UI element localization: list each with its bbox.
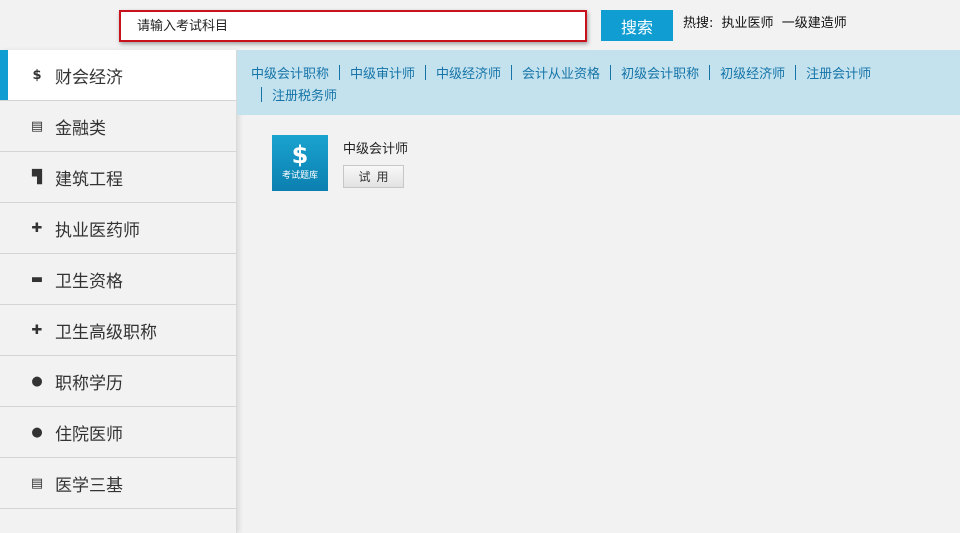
subcategory-link[interactable]: 初级会计职称 — [621, 67, 699, 82]
separator — [339, 65, 341, 80]
clipboard-icon: ▤ — [30, 118, 44, 134]
doctor-icon: ● — [31, 424, 43, 440]
sidebar-item[interactable]: ✚ 执业医药师 — [0, 203, 236, 254]
category-sidebar: $ 财会经济 ▤ 金融类 ▜ 建筑工程 ✚ 执业医药师 ▬ 卫生资格 ✚ 卫生高级职称 ● 职称学历 ● 住院… — [0, 50, 237, 533]
sidebar-item[interactable]: ● 住院医师 — [0, 407, 236, 458]
medkit-icon: ✚ — [31, 220, 43, 236]
sidebar-item[interactable]: ▜ 建筑工程 — [0, 152, 236, 203]
subcategory-link[interactable]: 初级经济师 — [720, 67, 785, 82]
sidebar-item-label: 住院医师 — [55, 424, 123, 445]
subcategory-link[interactable]: 会计从业资格 — [522, 67, 600, 82]
mask-icon: ▬ — [30, 271, 44, 287]
subcategory-link[interactable]: 中级经济师 — [436, 67, 501, 82]
sidebar-item[interactable]: ✚ 卫生高级职称 — [0, 305, 236, 356]
sidebar-item[interactable]: $ 财会经济 — [0, 50, 236, 101]
sidebar-item-label: 卫生高级职称 — [55, 322, 157, 343]
sidebar-item-label: 执业医药师 — [55, 220, 140, 241]
subcategory-link[interactable]: 注册会计师 — [806, 67, 871, 82]
search-button[interactable]: 搜索 — [601, 10, 673, 41]
sidebar-item-label: 财会经济 — [55, 67, 123, 88]
plus-icon: ✚ — [31, 322, 43, 338]
sidebar-item[interactable]: ▤ 医学三基 — [0, 458, 236, 509]
sidebar-item-label: 职称学历 — [55, 373, 123, 394]
user-icon: ● — [31, 373, 43, 389]
sidebar-item-label: 金融类 — [55, 118, 106, 139]
sidebar-item-label: 建筑工程 — [55, 169, 123, 190]
sidebar-item-label: 医学三基 — [55, 475, 123, 496]
separator — [610, 65, 612, 80]
exam-title: 中级会计师 — [343, 142, 409, 157]
search-input[interactable] — [121, 12, 577, 40]
hot-search: 热搜: 执业医师 一级建造师 — [683, 12, 851, 31]
dollar-icon: $ — [291, 141, 309, 169]
separator — [261, 87, 262, 102]
separator — [425, 65, 427, 80]
subcategory-bar: 中级会计职称 中级审计师 中级经济师 会计从业资格 初级会计职称 初级经济师 注册会计师注册… — [237, 50, 960, 115]
top-bar: 搜索 热搜: 执业医师 一级建造师 — [0, 0, 960, 50]
exam-bank-icon-label: 考试题库 — [281, 171, 318, 181]
sidebar-item[interactable]: ● 职称学历 — [0, 356, 236, 407]
hot-search-link[interactable]: 执业医师 — [722, 16, 774, 31]
sidebar-item-label: 卫生资格 — [55, 271, 123, 292]
sidebar-item[interactable]: ▬ 卫生资格 — [0, 254, 236, 305]
separator — [511, 65, 513, 80]
subcategory-list: 中级会计职称 中级审计师 中级经济师 会计从业资格 初级会计职称 初级经济师 注册会计师注册… — [237, 50, 960, 108]
hammer-icon: ▜ — [32, 169, 42, 185]
hot-search-label: 热搜: — [683, 16, 714, 31]
sidebar-item[interactable]: ▤ 金融类 — [0, 101, 236, 152]
dollar-icon: $ — [32, 67, 42, 83]
trial-button[interactable]: 试用 — [343, 165, 404, 188]
exam-bank-icon[interactable]: $ 考试题库 — [272, 135, 328, 191]
subcategory-link[interactable]: 中级审计师 — [350, 67, 415, 82]
hot-search-link[interactable]: 一级建造师 — [782, 16, 847, 31]
separator — [709, 65, 711, 80]
clipboard-icon: ▤ — [30, 475, 44, 491]
subcategory-link[interactable]: 注册税务师 — [272, 89, 337, 104]
search-box[interactable] — [119, 10, 587, 42]
separator — [795, 65, 797, 80]
subcategory-link[interactable]: 中级会计职称 — [251, 67, 329, 82]
